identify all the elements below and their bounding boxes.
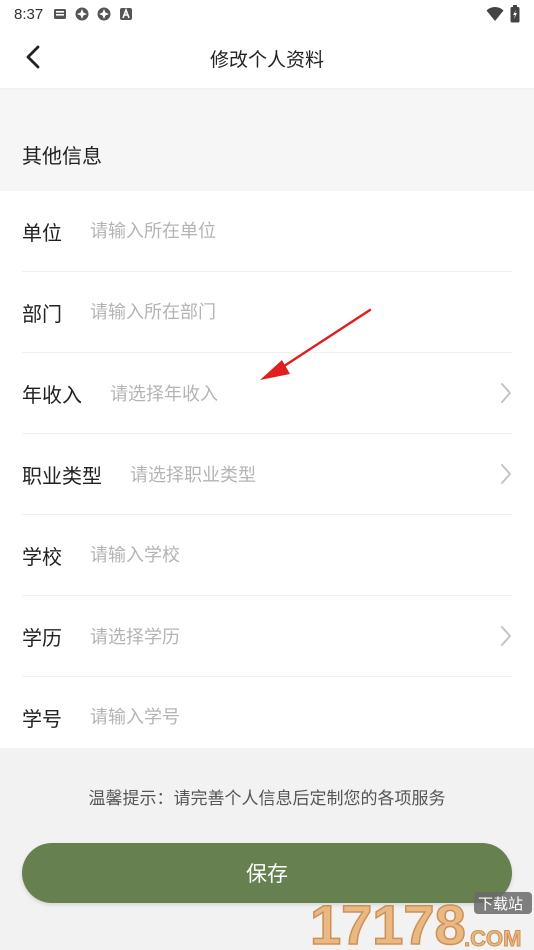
status-system-icons bbox=[486, 5, 520, 23]
school-label: 学校 bbox=[22, 544, 62, 569]
chevron-right-icon bbox=[501, 626, 511, 646]
education-select[interactable]: 请选择学历 bbox=[90, 623, 512, 649]
a-badge-icon bbox=[120, 7, 133, 20]
status-time: 8:37 bbox=[14, 5, 44, 23]
form-row-annual-income[interactable]: 年收入 请选择年收入 bbox=[22, 353, 512, 434]
form-row-student-id: 学号 bbox=[22, 677, 512, 757]
wifi-icon bbox=[486, 6, 504, 21]
company-input[interactable] bbox=[90, 220, 512, 242]
annual-income-select[interactable]: 请选择年收入 bbox=[110, 380, 512, 406]
svg-text:.COM: .COM bbox=[464, 926, 521, 950]
app-icon-2 bbox=[97, 7, 111, 21]
chevron-right-icon bbox=[501, 383, 511, 403]
app-icon-1 bbox=[75, 7, 89, 21]
form-row-company: 单位 bbox=[22, 191, 512, 272]
form-row-school: 学校 bbox=[22, 515, 512, 596]
mail-icon bbox=[54, 9, 67, 19]
back-button[interactable] bbox=[18, 42, 48, 72]
department-input[interactable] bbox=[90, 301, 512, 323]
battery-icon bbox=[510, 5, 520, 23]
form-card: 单位 部门 年收入 请选择年收入 职业类型 请选择职业类型 学校 学历 请选择学… bbox=[0, 191, 534, 748]
svg-text:17178: 17178 bbox=[310, 893, 466, 950]
back-arrow-icon bbox=[26, 45, 40, 69]
section-title: 其他信息 bbox=[22, 144, 102, 168]
student-id-input[interactable] bbox=[90, 706, 512, 728]
status-notification-icons bbox=[53, 7, 133, 21]
annual-income-label: 年收入 bbox=[22, 382, 82, 407]
occupation-type-select[interactable]: 请选择职业类型 bbox=[130, 461, 512, 487]
form-row-department: 部门 bbox=[22, 272, 512, 353]
form-row-education[interactable]: 学历 请选择学历 bbox=[22, 596, 512, 677]
department-label: 部门 bbox=[22, 301, 62, 326]
company-label: 单位 bbox=[22, 220, 62, 245]
section-spacer bbox=[0, 90, 534, 118]
school-input[interactable] bbox=[90, 544, 512, 566]
section-header: 其他信息 bbox=[0, 118, 534, 191]
education-label: 学历 bbox=[22, 625, 62, 650]
nav-bar: 修改个人资料 bbox=[0, 28, 534, 88]
occupation-type-label: 职业类型 bbox=[22, 463, 102, 488]
form-row-occupation-type[interactable]: 职业类型 请选择职业类型 bbox=[22, 434, 512, 515]
student-id-label: 学号 bbox=[22, 706, 62, 731]
svg-text:下载站: 下载站 bbox=[478, 895, 523, 913]
status-bar: 8:37 bbox=[0, 0, 534, 28]
watermark-logo: 17178 .COM 下载站 bbox=[309, 892, 532, 950]
chevron-right-icon bbox=[501, 464, 511, 484]
page-title: 修改个人资料 bbox=[209, 48, 324, 71]
tip-text: 温馨提示：请完善个人信息后定制您的各项服务 bbox=[88, 789, 446, 809]
